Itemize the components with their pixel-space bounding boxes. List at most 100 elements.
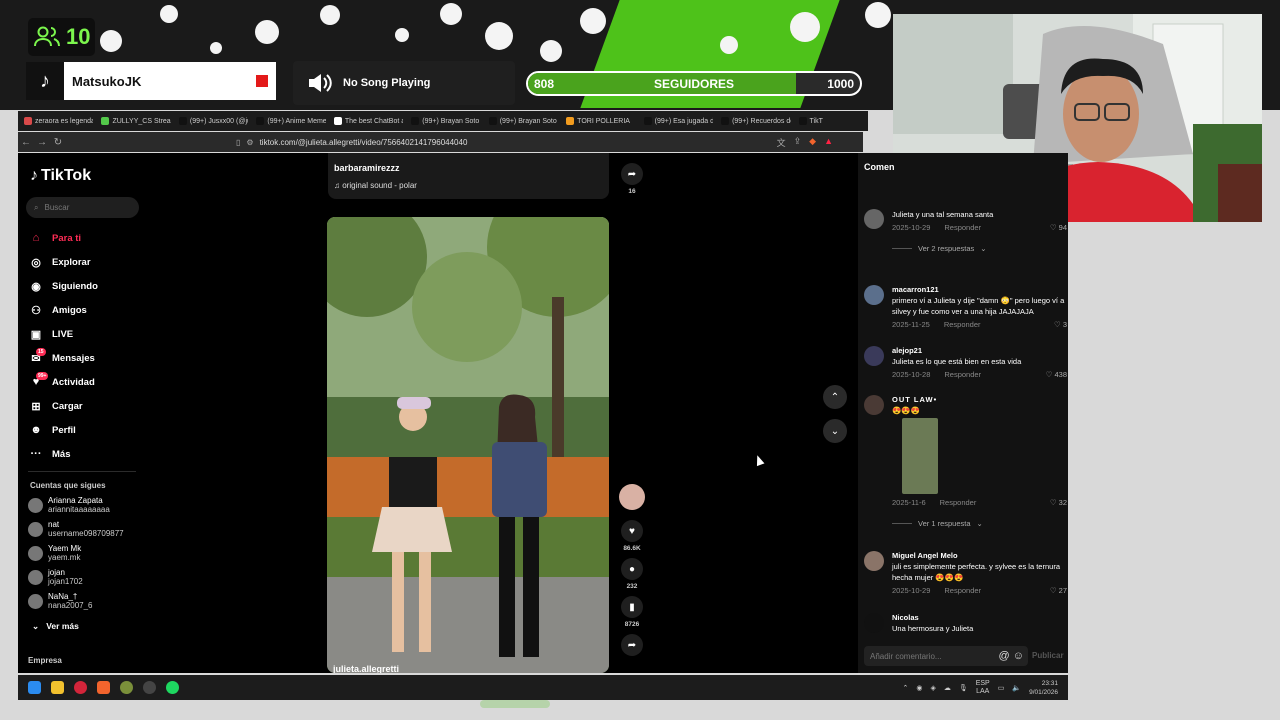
previous-video-card[interactable]: barbaramirezzz ♫ original sound - polar [328,153,609,199]
browser-tab[interactable]: (99+) Esa jugada de gi [638,113,713,129]
translate-icon[interactable]: 文 [777,136,786,149]
comment-avatar[interactable] [864,551,884,571]
next-video-button[interactable]: ⌄ [823,419,847,443]
nav-item-actividad[interactable]: ♥ 99+ Actividad [26,370,151,394]
browser-tab[interactable]: (99+) Brayan Soto y ale [483,113,558,129]
following-account[interactable]: jojan jojan1702 [28,568,83,586]
browser-tab[interactable]: (99+) Brayan Soto y ale [405,113,481,129]
nav-item-siguiendo[interactable]: ◉ Siguiendo [26,274,151,298]
share-button[interactable]: ➦ [621,163,643,185]
app-icon[interactable] [120,681,133,694]
comment-image[interactable] [902,418,938,494]
comment-like[interactable]: ♡ 94 [1050,223,1067,232]
comment-author[interactable]: Miguel Angel Melo [892,551,1067,561]
nav-item-perfil[interactable]: ☻ Perfil [26,418,151,442]
brave-rewards-icon[interactable]: ▲ [824,136,833,149]
brave-icon[interactable] [97,681,110,694]
video-player[interactable]: julieta.allegretti [327,217,609,673]
save-button[interactable]: ▮ [621,596,643,618]
like-button[interactable]: ♥ [621,520,643,542]
nav-item-amigos[interactable]: ⚇ Amigos [26,298,151,322]
clock[interactable]: 23:31 9/01/2026 [1029,679,1058,697]
view-replies-button[interactable]: Ver 1 respuesta ⌄ [892,519,1067,528]
nav-item-cargar[interactable]: ⊞ Cargar [26,394,151,418]
comment-avatar[interactable] [864,209,884,229]
comment-avatar[interactable] [864,613,884,633]
chevron-up-icon[interactable]: ⌃ [902,684,908,692]
prev-video-sound[interactable]: ♫ original sound - polar [334,181,417,190]
tiktok-logo[interactable]: ♪ TikTok [30,167,91,185]
comment-author[interactable]: Nicolas [892,613,1067,623]
following-account[interactable]: NaNa_† nana2007_6 [28,592,93,610]
nav-item-live[interactable]: ▣ LIVE [26,322,151,346]
following-account[interactable]: Arianna Zapata ariannitaaaaaaaa [28,496,110,514]
reply-button[interactable]: Responder [944,370,981,379]
following-account[interactable]: Yaem Mk yaem.mk [28,544,81,562]
author-avatar[interactable] [619,484,645,510]
language-indicator[interactable]: ESP LAA [976,680,990,696]
follower-label: SEGUIDORES [654,77,735,91]
volume-icon[interactable]: 🔈 [1012,684,1021,692]
browser-tab[interactable]: zeraora es legendario [18,113,93,129]
tray-app-icon[interactable]: ◉ [916,684,922,692]
emoji-icon[interactable]: ☺ [1013,650,1024,662]
comment-avatar[interactable] [864,395,884,415]
comment-like[interactable]: ♡ 438 [1046,370,1067,379]
file-explorer-icon[interactable] [51,681,64,694]
brave-shield-icon[interactable]: ◆ [809,136,816,149]
nav-item-mensajes[interactable]: ✉ 15 Mensajes [26,346,151,370]
comment-avatar[interactable] [864,346,884,366]
reply-button[interactable]: Responder [944,223,981,232]
comment-button[interactable]: ● [621,558,643,580]
nav-item-mas[interactable]: ··· Más [26,442,151,466]
browser-tab[interactable]: TikT [793,113,868,129]
bookmark-icon[interactable]: ▯ [236,138,240,147]
discord-icon[interactable]: ◈ [930,684,935,692]
browser-tab[interactable]: (99+) Jusxx00 (@jusxx0 [173,113,248,129]
network-icon[interactable]: ▭ [998,684,1005,692]
prev-video-user[interactable]: barbaramirezzz [334,163,400,173]
comment-input[interactable]: Añadir comentario... @ ☺ [864,646,1028,666]
cloud-icon[interactable]: ☁ [944,684,951,692]
mention-icon[interactable]: @ [999,650,1010,662]
see-more-button[interactable]: ⌄ Ver más [32,621,79,632]
share-button[interactable]: ➦ [621,634,643,656]
browser-tab[interactable]: (99+) Recuerdos del M [715,113,791,129]
previous-video-button[interactable]: ⌃ [823,385,847,409]
nav-item-explorar[interactable]: ◎ Explorar [26,250,151,274]
comment-author[interactable]: alejop21 [892,346,1067,356]
following-account[interactable]: nat username098709877 [28,520,124,538]
browser-tab[interactable]: ZULLYY_CS Stream - W [95,113,171,129]
browser-tab[interactable]: (99+) Anime Memes fo [250,113,326,129]
comment-like[interactable]: ♡ 27 [1050,586,1067,595]
opera-icon[interactable] [74,681,87,694]
comment-like[interactable]: ♡ 3 [1054,320,1067,329]
microphone-icon[interactable]: 🎙 [959,684,968,692]
browser-tab[interactable]: TORI POLLERIA [560,113,635,129]
obs-icon[interactable] [143,681,156,694]
nav-item-para-ti[interactable]: ⌂ Para ti [26,226,151,250]
search-input[interactable]: ⌕ Buscar [26,197,139,218]
browser-tab[interactable]: The best ChatBot and [328,113,403,129]
forward-icon[interactable]: → [34,137,50,148]
url-text[interactable]: tiktok.com/@julieta.allegretti/video/756… [260,138,468,147]
share-icon[interactable]: ⇪ [794,136,802,149]
footer-link[interactable]: Empresa [28,656,62,665]
nav-label: Actividad [52,376,95,388]
reply-button[interactable]: Responder [944,320,981,329]
reload-icon[interactable]: ↻ [50,137,66,148]
spotify-icon[interactable] [166,681,179,694]
comment-avatar[interactable] [864,285,884,305]
video-author[interactable]: julieta.allegretti [333,664,399,673]
view-replies-button[interactable]: Ver 2 respuestas ⌄ [892,244,1067,253]
comment-author[interactable]: OUT LAW• [892,395,1067,405]
reply-button[interactable]: Responder [940,498,977,507]
comment-author[interactable]: macarron121 [892,285,1067,295]
security-icon[interactable]: ⚙ [246,138,253,147]
windows-start-icon[interactable] [28,681,41,694]
reply-button[interactable]: Responder [944,586,981,595]
back-icon[interactable]: ← [18,137,34,148]
comment-like[interactable]: ♡ 32 [1050,498,1067,507]
url-field[interactable]: ▯ ⚙ tiktok.com/@julieta.allegretti/video… [76,138,467,147]
publish-button[interactable]: Publicar [1032,651,1064,660]
